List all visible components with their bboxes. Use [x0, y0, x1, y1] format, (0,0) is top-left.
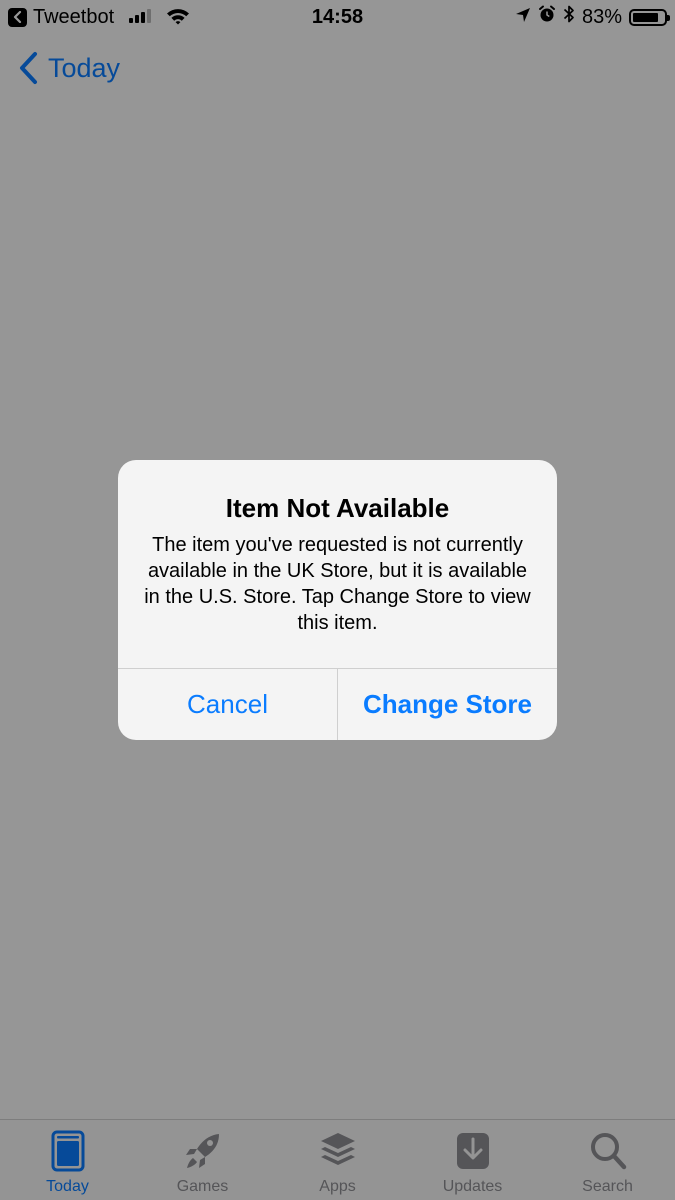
alert-message: The item you've requested is not current…	[144, 534, 531, 634]
alert-dialog: Item Not Available The item you've reque…	[118, 460, 557, 740]
alert-title: Item Not Available	[225, 493, 450, 523]
cancel-button[interactable]: Cancel	[118, 669, 337, 740]
change-store-button[interactable]: Change Store	[338, 669, 557, 740]
